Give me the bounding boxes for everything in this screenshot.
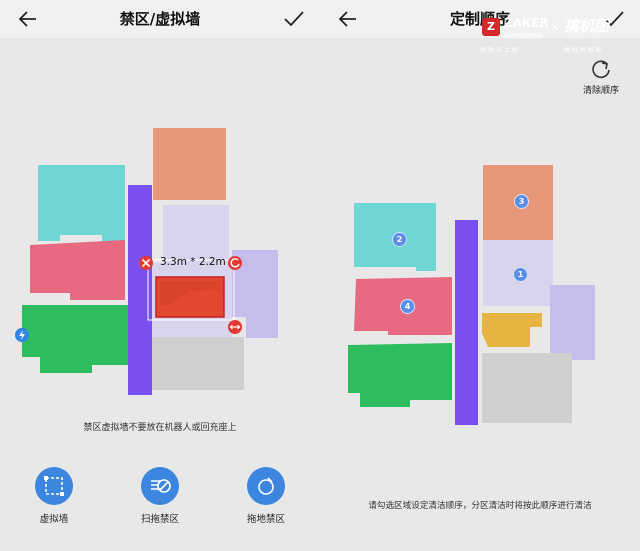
confirm-check-icon[interactable] — [282, 7, 306, 31]
page-title: 禁区/虚拟墙 — [119, 10, 201, 28]
order-tip: 请勾选区域设定清洁顺序，分区清洁时将按此顺序进行清洁 — [368, 501, 592, 511]
placement-tip: 禁区虚拟墙不要放在机器人或回充座上 — [83, 423, 237, 433]
order-badge-3[interactable]: 3 — [514, 194, 529, 209]
order-map-view[interactable] — [320, 155, 640, 430]
charging-dock-icon — [15, 328, 29, 342]
room-yellow — [482, 313, 542, 347]
virtual-wall-tool[interactable]: 虚拟墙 — [14, 467, 94, 525]
custom-order-screen: 定制顺序 Z ZAKER 新闻扫描团队 × 搞机团 极 致 天 上 信 搞 机 … — [320, 0, 640, 551]
room-gray — [482, 353, 572, 423]
room-gray — [152, 337, 244, 390]
clear-order-button[interactable]: 清除顺序 — [576, 56, 626, 96]
no-mop-zone-label: 拖地禁区 — [246, 514, 285, 525]
resize-zone-icon[interactable] — [228, 320, 242, 334]
no-mop-zone-icon — [258, 477, 274, 495]
clear-order-label: 清除顺序 — [582, 86, 619, 96]
rotate-zone-icon[interactable] — [228, 256, 242, 270]
order-badge-4[interactable]: 4 — [400, 299, 415, 314]
undo-icon — [592, 60, 610, 79]
room-green — [22, 305, 128, 373]
no-mop-zone-tool[interactable]: 拖地禁区 — [226, 467, 306, 525]
virtual-wall-label: 虚拟墙 — [39, 514, 69, 525]
watermark-brand: ZAKER — [504, 16, 549, 30]
watermark: Z ZAKER 新闻扫描团队 × 搞机团 极 致 天 上 信 搞 机 有 解 释 — [480, 14, 640, 58]
zaker-logo-icon: Z — [482, 18, 500, 36]
order-badge-2[interactable]: 2 — [392, 232, 407, 247]
forbidden-zone-screen: 禁区/虚拟墙 3.3m * 2.2m 禁区虚拟墙不要放在机器人或回充座上 虚拟墙… — [0, 0, 320, 551]
virtual-wall-icon — [44, 476, 64, 496]
order-badge-1[interactable]: 1 — [513, 267, 528, 282]
watermark-slogan-left: 极 致 天 上 信 — [480, 47, 518, 54]
no-sweep-zone-icon — [151, 479, 171, 493]
room-pink — [30, 240, 125, 300]
map-view[interactable] — [0, 95, 320, 395]
watermark-brand-sub: 新闻扫描团队 — [504, 32, 543, 40]
room-cyan — [38, 165, 125, 245]
zone-size-label: 3.3m * 2.2m — [160, 256, 226, 268]
room-orange — [153, 128, 226, 200]
no-sweep-zone-tool[interactable]: 扫拖禁区 — [120, 467, 200, 525]
no-sweep-zone-label: 扫拖禁区 — [140, 514, 179, 525]
top-bar: 禁区/虚拟墙 — [0, 0, 320, 38]
watermark-slogan-right: 搞 机 有 解 释 — [564, 47, 602, 54]
watermark-partner: 搞机团 — [564, 17, 610, 35]
corridor — [455, 220, 478, 425]
delete-zone-icon[interactable] — [139, 256, 153, 270]
room-lavender-mid — [163, 205, 229, 263]
watermark-times: × — [550, 20, 561, 34]
room-green — [348, 343, 452, 407]
